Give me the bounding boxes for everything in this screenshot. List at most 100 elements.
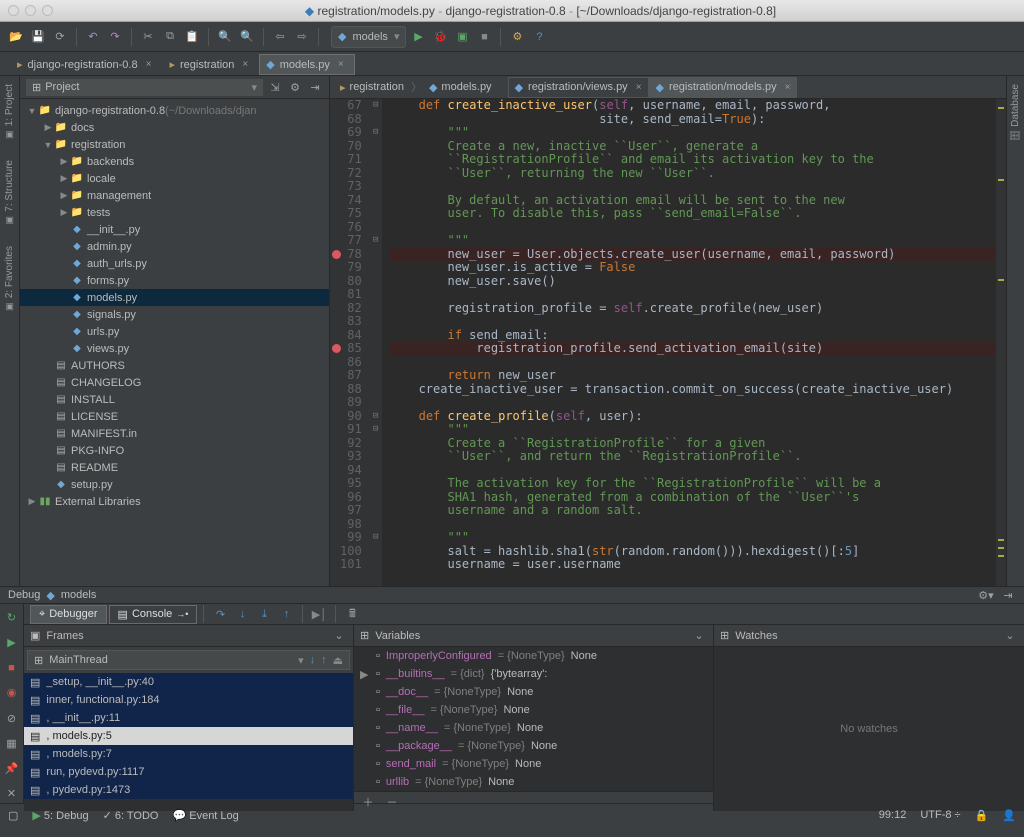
code-editor[interactable]: 6768697071727374757677787980818283848586… bbox=[330, 99, 1006, 586]
tree-item[interactable]: ◆urls.py bbox=[20, 323, 329, 340]
run-config-selector[interactable]: ◆ models ▾ bbox=[331, 26, 406, 48]
inspector-icon[interactable]: 👤 bbox=[1002, 809, 1016, 822]
editor-tab[interactable]: ◆registration/views.py× bbox=[508, 77, 649, 98]
resume-icon[interactable]: ▶ bbox=[2, 633, 22, 652]
encoding[interactable]: UTF-8 ÷ bbox=[920, 809, 960, 821]
frame-row[interactable]: ▤run, pydevd.py:1117 bbox=[24, 763, 353, 781]
settings-icon[interactable]: ⚙ bbox=[507, 27, 527, 47]
tree-item[interactable]: ◆forms.py bbox=[20, 272, 329, 289]
tab-console[interactable]: ▤Console→• bbox=[109, 605, 198, 624]
pin-icon[interactable]: 📌 bbox=[2, 759, 22, 778]
mute-icon[interactable]: ⊘ bbox=[2, 709, 22, 728]
tree-item[interactable]: ▶📁locale bbox=[20, 170, 329, 187]
side-tool-database[interactable]: 🗄Database bbox=[1010, 80, 1021, 145]
tree-item[interactable]: ▤CHANGELOG bbox=[20, 374, 329, 391]
tree-item[interactable]: ▶📁backends bbox=[20, 153, 329, 170]
thread-selector[interactable]: ⊞MainThread▾ ↓↑⏏ bbox=[27, 650, 350, 670]
tree-item[interactable]: ▶📁management bbox=[20, 187, 329, 204]
sync-icon[interactable]: ⟳ bbox=[50, 27, 70, 47]
nav-tab[interactable]: ◆models.py× bbox=[259, 54, 354, 75]
run-icon[interactable]: ▶ bbox=[408, 27, 428, 47]
tree-item[interactable]: ◆signals.py bbox=[20, 306, 329, 323]
frame-row[interactable]: ▤_setup, __init__.py:40 bbox=[24, 673, 353, 691]
close-icon[interactable]: × bbox=[338, 59, 344, 70]
lock-icon[interactable]: 🔒 bbox=[975, 809, 989, 822]
save-icon[interactable]: 💾 bbox=[28, 27, 48, 47]
tree-item[interactable]: ▤INSTALL bbox=[20, 391, 329, 408]
marker-strip[interactable] bbox=[996, 99, 1006, 586]
stop-icon[interactable]: ■ bbox=[474, 27, 494, 47]
close-icon[interactable]: × bbox=[636, 82, 642, 93]
evaluate-icon[interactable]: 🖩 bbox=[342, 604, 362, 624]
frame-row[interactable]: ▤, pydevd.py:1473 bbox=[24, 781, 353, 799]
tree-item[interactable]: ▤AUTHORS bbox=[20, 357, 329, 374]
step-into-my-icon[interactable]: ⤓ bbox=[254, 604, 274, 624]
step-out-icon[interactable]: ↑ bbox=[276, 604, 296, 624]
redo-icon[interactable]: ↷ bbox=[105, 27, 125, 47]
minimize-icon[interactable]: ⌄ bbox=[1002, 626, 1018, 646]
variable-row[interactable]: ▫urllib = {NoneType} None bbox=[354, 773, 713, 791]
breadcrumb[interactable]: ▸registration 〉 ◆models.py bbox=[336, 79, 496, 95]
tree-item[interactable]: ▤PKG-INFO bbox=[20, 442, 329, 459]
nav-tab[interactable]: ▸django-registration-0.8× bbox=[10, 54, 162, 75]
tree-item[interactable]: ▶▮▮External Libraries bbox=[20, 493, 329, 510]
close-window-icon[interactable] bbox=[8, 5, 19, 16]
frame-row[interactable]: ▤, __init__.py:11 bbox=[24, 709, 353, 727]
frame-row[interactable]: ▤, models.py:7 bbox=[24, 745, 353, 763]
breakpoints-icon[interactable]: ◉ bbox=[2, 683, 22, 702]
remove-icon[interactable]: － bbox=[384, 792, 400, 812]
collapse-icon[interactable]: ⇲ bbox=[267, 77, 283, 97]
replace-icon[interactable]: 🔍 bbox=[237, 27, 257, 47]
tree-item[interactable]: ◆__init__.py bbox=[20, 221, 329, 238]
status-eventlog[interactable]: 💬 Event Log bbox=[172, 809, 238, 822]
tree-item[interactable]: ▤README bbox=[20, 459, 329, 476]
project-tree[interactable]: ▼📁django-registration-0.8 (~/Downloads/d… bbox=[20, 99, 329, 586]
tree-item[interactable]: ▶📁tests bbox=[20, 204, 329, 221]
close-icon[interactable]: × bbox=[785, 82, 791, 93]
layout-icon[interactable]: ▦ bbox=[2, 734, 22, 753]
variable-row[interactable]: ▫send_mail = {NoneType} None bbox=[354, 755, 713, 773]
close-icon[interactable]: ✕ bbox=[2, 784, 22, 803]
frame-row[interactable]: ▤, models.py:5 bbox=[24, 727, 353, 745]
help-icon[interactable]: ? bbox=[529, 27, 549, 47]
editor-tab[interactable]: ◆registration/models.py× bbox=[649, 77, 798, 98]
add-icon[interactable]: ＋ bbox=[360, 792, 376, 812]
coverage-icon[interactable]: ▣ bbox=[452, 27, 472, 47]
tree-item[interactable]: ▼📁django-registration-0.8 (~/Downloads/d… bbox=[20, 102, 329, 119]
side-tool-project[interactable]: ▣1: Project bbox=[4, 80, 15, 144]
variable-row[interactable]: ▫__doc__ = {NoneType} None bbox=[354, 683, 713, 701]
gear-icon[interactable]: ⚙▾ bbox=[978, 585, 994, 605]
variable-row[interactable]: ▫ImproperlyConfigured = {NoneType} None bbox=[354, 647, 713, 665]
status-todo[interactable]: ✓ 6: TODO bbox=[103, 809, 159, 822]
close-icon[interactable]: × bbox=[242, 59, 248, 70]
open-icon[interactable]: 📂 bbox=[6, 27, 26, 47]
minimize-icon[interactable]: ⌄ bbox=[331, 626, 347, 646]
tree-item[interactable]: ◆views.py bbox=[20, 340, 329, 357]
step-over-icon[interactable]: ↷ bbox=[210, 604, 230, 624]
hide-icon[interactable]: ⇥ bbox=[1000, 585, 1016, 605]
undo-icon[interactable]: ↶ bbox=[83, 27, 103, 47]
find-icon[interactable]: 🔍 bbox=[215, 27, 235, 47]
close-icon[interactable]: × bbox=[146, 59, 152, 70]
project-view-selector[interactable]: ⊞Project▾ bbox=[26, 79, 263, 96]
back-icon[interactable]: ⇦ bbox=[270, 27, 290, 47]
tool-window-toggle-icon[interactable]: ▢ bbox=[8, 809, 18, 822]
variable-row[interactable]: ▫__file__ = {NoneType} None bbox=[354, 701, 713, 719]
variable-row[interactable]: ▫__package__ = {NoneType} None bbox=[354, 737, 713, 755]
gear-icon[interactable]: ⚙ bbox=[287, 77, 303, 97]
tree-item[interactable]: ▤LICENSE bbox=[20, 408, 329, 425]
run-to-cursor-icon[interactable]: ▶│ bbox=[309, 604, 329, 624]
minimize-icon[interactable]: ⌄ bbox=[691, 626, 707, 646]
forward-icon[interactable]: ⇨ bbox=[292, 27, 312, 47]
tree-item[interactable]: ▼📁registration bbox=[20, 136, 329, 153]
side-tool-structure[interactable]: ▣7: Structure bbox=[4, 156, 15, 230]
nav-tab[interactable]: ▸registration× bbox=[162, 54, 259, 75]
hide-icon[interactable]: ⇥ bbox=[307, 77, 323, 97]
stop-icon[interactable]: ■ bbox=[2, 658, 22, 677]
debug-icon[interactable]: 🐞 bbox=[430, 27, 450, 47]
tree-item[interactable]: ◆auth_urls.py bbox=[20, 255, 329, 272]
step-into-icon[interactable]: ↓ bbox=[232, 604, 252, 624]
tree-item[interactable]: ◆models.py bbox=[20, 289, 329, 306]
tree-item[interactable]: ▤MANIFEST.in bbox=[20, 425, 329, 442]
frame-row[interactable]: ▤inner, functional.py:184 bbox=[24, 691, 353, 709]
